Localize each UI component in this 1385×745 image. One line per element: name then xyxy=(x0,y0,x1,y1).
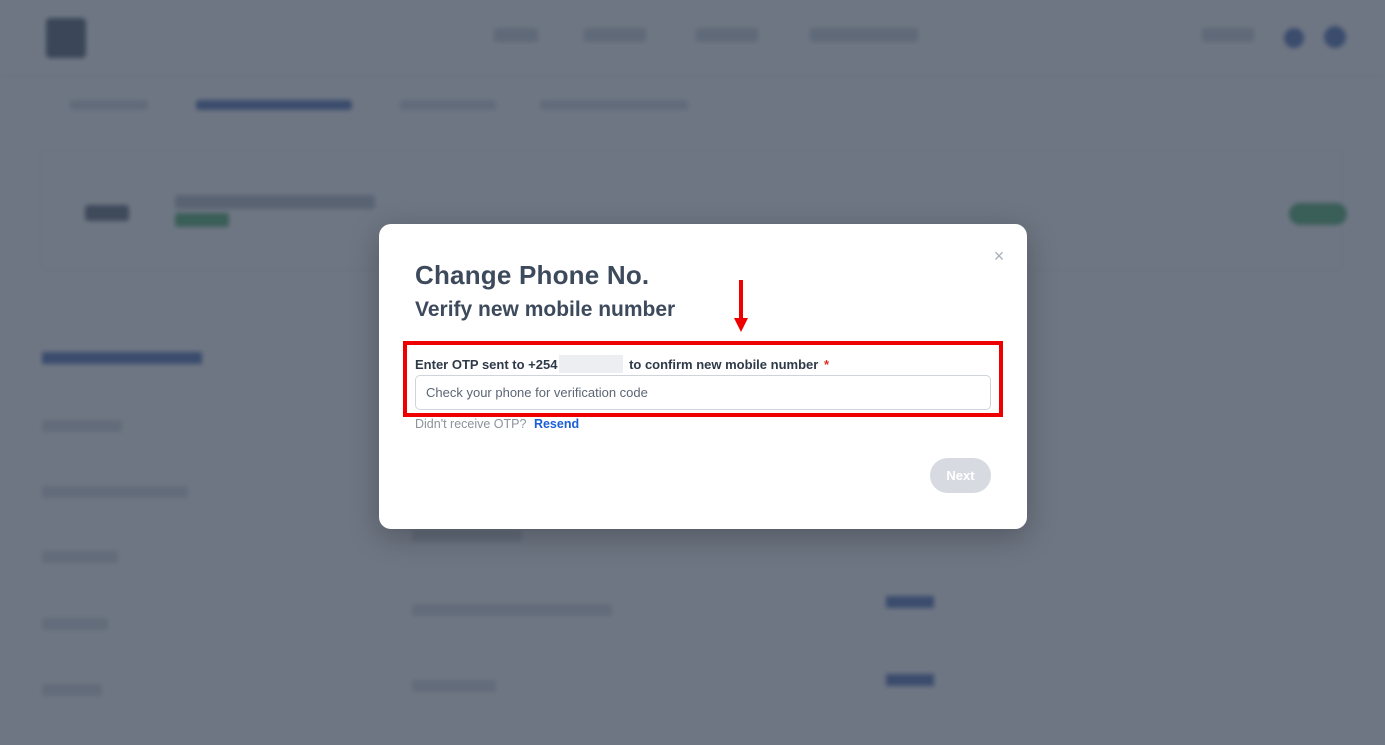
otp-label-prefix: Enter OTP sent to +254 xyxy=(415,357,558,372)
annotation-arrow xyxy=(739,280,743,320)
resend-row: Didn't receive OTP? Resend xyxy=(415,417,579,431)
masked-phone-number xyxy=(559,355,624,373)
modal-subtitle: Verify new mobile number xyxy=(415,298,676,321)
close-icon[interactable]: × xyxy=(991,247,1007,265)
required-marker: * xyxy=(823,357,829,372)
otp-field-label: Enter OTP sent to +254 to confirm new mo… xyxy=(415,355,829,373)
annotation-arrow-head xyxy=(734,318,748,332)
otp-label-suffix: to confirm new mobile number xyxy=(625,357,819,372)
otp-input[interactable] xyxy=(415,375,991,410)
change-phone-modal: × Change Phone No. Verify new mobile num… xyxy=(379,224,1027,529)
resend-prompt: Didn't receive OTP? xyxy=(415,417,527,431)
modal-title: Change Phone No. xyxy=(415,260,650,290)
resend-link[interactable]: Resend xyxy=(534,417,579,431)
next-button[interactable]: Next xyxy=(930,458,991,493)
